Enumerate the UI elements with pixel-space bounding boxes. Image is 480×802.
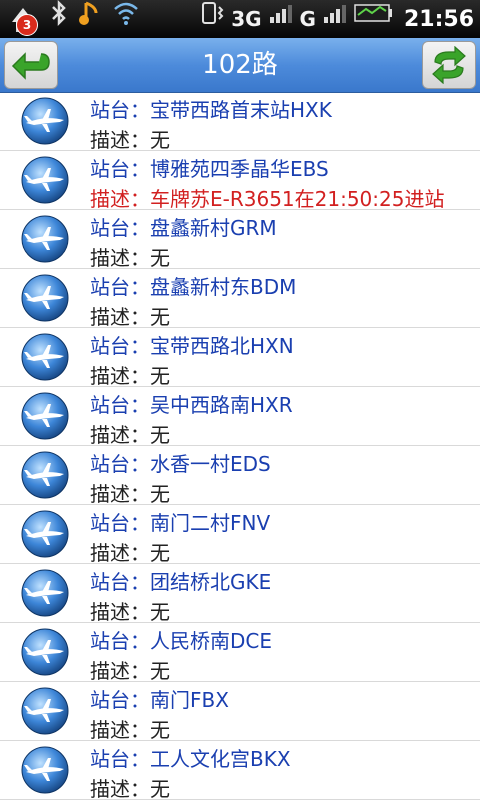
station-name: 站台：博雅苑四季晶华EBS bbox=[90, 157, 329, 181]
station-row[interactable]: 站台：南门二村FNV 描述：无 bbox=[0, 505, 480, 565]
station-name: 站台：人民桥南DCE bbox=[90, 629, 273, 653]
station-description: 描述：无 bbox=[90, 777, 170, 801]
station-row[interactable]: 站台：团结桥北GKE 描述：无 bbox=[0, 564, 480, 624]
station-row[interactable]: 站台：水香一村EDS 描述：无 bbox=[0, 446, 480, 506]
station-description: 描述：无 bbox=[90, 482, 170, 506]
station-description: 描述：无 bbox=[90, 541, 170, 565]
airplane-icon bbox=[20, 627, 70, 677]
station-name: 站台：团结桥北GKE bbox=[90, 570, 272, 594]
station-name: 站台：南门FBX bbox=[90, 688, 229, 712]
station-row[interactable]: 站台：南门FBX 描述：无 bbox=[0, 682, 480, 742]
station-row[interactable]: 站台：盘蠡新村GRM 描述：无 bbox=[0, 210, 480, 270]
station-row[interactable]: 站台：宝带西路北HXN 描述：无 bbox=[0, 328, 480, 388]
airplane-icon bbox=[20, 745, 70, 795]
network-3g-label: 3G bbox=[231, 7, 262, 31]
station-list: 站台：宝带西路首末站HXK 描述：无 站台：博雅苑四季晶华EBS 描述：车牌苏E-R3… bbox=[0, 92, 480, 801]
status-left: 3 bbox=[6, 0, 140, 38]
station-name: 站台：南门二村FNV bbox=[90, 511, 271, 535]
wifi-icon bbox=[112, 0, 140, 40]
station-name: 站台：吴中西路南HXR bbox=[90, 393, 293, 417]
airplane-icon bbox=[20, 155, 70, 205]
station-name: 站台：宝带西路首末站HXK bbox=[90, 98, 332, 122]
airplane-icon bbox=[20, 509, 70, 559]
station-description: 描述：无 bbox=[90, 305, 170, 329]
airplane-icon bbox=[20, 450, 70, 500]
airplane-icon bbox=[20, 391, 70, 441]
refresh-button[interactable] bbox=[422, 41, 476, 89]
station-description: 描述：无 bbox=[90, 128, 170, 152]
notification-icon[interactable]: 3 bbox=[6, 2, 40, 36]
station-name: 站台：盘蠡新村GRM bbox=[90, 216, 277, 240]
status-right: 3G G 21:56 bbox=[199, 0, 474, 38]
station-description: 描述：无 bbox=[90, 246, 170, 270]
airplane-icon bbox=[20, 686, 70, 736]
station-description: 描述：无 bbox=[90, 600, 170, 624]
refresh-icon bbox=[432, 46, 466, 84]
station-row[interactable]: 站台：博雅苑四季晶华EBS 描述：车牌苏E-R3651在21:50:25进站 bbox=[0, 151, 480, 211]
title-bar: 102路 bbox=[0, 38, 480, 93]
station-description-alert: 描述：车牌苏E-R3651在21:50:25进站 bbox=[90, 187, 445, 211]
station-name: 站台：宝带西路北HXN bbox=[90, 334, 294, 358]
station-name: 站台：水香一村EDS bbox=[90, 452, 271, 476]
bluetooth-icon bbox=[50, 0, 68, 40]
music-note-icon bbox=[78, 0, 102, 40]
battery-icon bbox=[354, 0, 394, 40]
station-row[interactable]: 站台：盘蠡新村东BDM 描述：无 bbox=[0, 269, 480, 329]
signal-icon bbox=[268, 0, 294, 40]
airplane-icon bbox=[20, 96, 70, 146]
airplane-icon bbox=[20, 273, 70, 323]
network-g-label: G bbox=[299, 7, 316, 31]
station-description: 描述：无 bbox=[90, 659, 170, 683]
airplane-icon bbox=[20, 332, 70, 382]
notification-badge: 3 bbox=[16, 14, 38, 36]
clock: 21:56 bbox=[403, 6, 474, 32]
station-row[interactable]: 站台：人民桥南DCE 描述：无 bbox=[0, 623, 480, 683]
airplane-icon bbox=[20, 214, 70, 264]
status-bar: 3 3G G 21:56 bbox=[0, 0, 480, 38]
station-description: 描述：无 bbox=[90, 718, 170, 742]
signal-icon-2 bbox=[322, 0, 348, 40]
vibrate-icon bbox=[199, 0, 225, 40]
airplane-icon bbox=[20, 568, 70, 618]
station-description: 描述：无 bbox=[90, 423, 170, 447]
station-row[interactable]: 站台：吴中西路南HXR 描述：无 bbox=[0, 387, 480, 447]
page-title: 102路 bbox=[202, 50, 278, 80]
station-name: 站台：工人文化宫BKX bbox=[90, 747, 291, 771]
station-name: 站台：盘蠡新村东BDM bbox=[90, 275, 297, 299]
station-description: 描述：无 bbox=[90, 364, 170, 388]
station-row[interactable]: 站台：工人文化宫BKX 描述：无 bbox=[0, 741, 480, 801]
station-row[interactable]: 站台：宝带西路首末站HXK 描述：无 bbox=[0, 92, 480, 152]
